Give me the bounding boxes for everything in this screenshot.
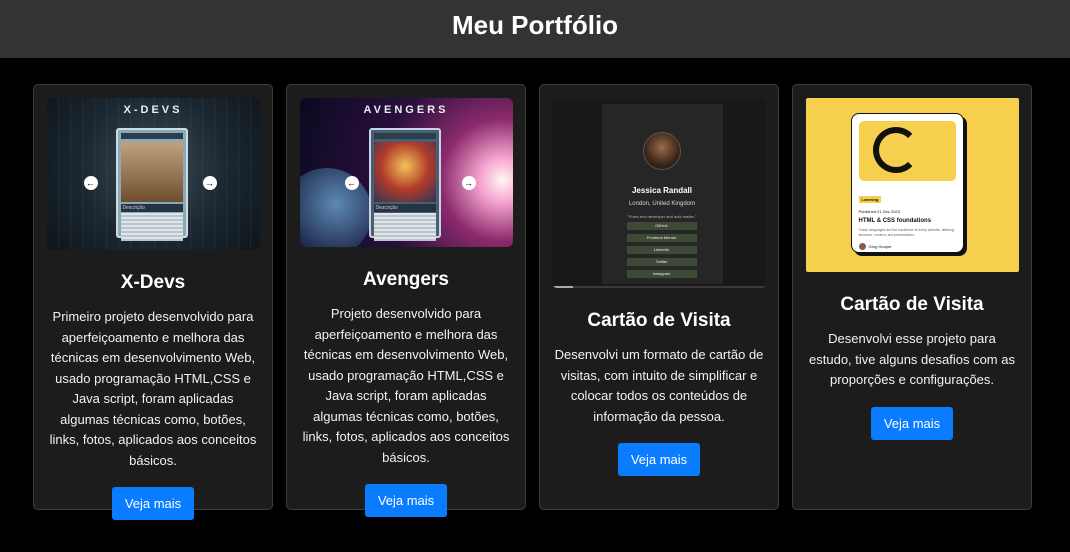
project-title: Cartão de Visita [840, 294, 984, 315]
character-card-label: Descrição [373, 204, 436, 212]
arrow-left-icon[interactable]: ← [83, 176, 98, 190]
see-more-button[interactable]: Veja mais [364, 484, 448, 517]
project-description: Projeto desenvolvido para aperfeiçoament… [302, 306, 510, 465]
video-progress-bar [552, 286, 766, 288]
profile-location: London, United Kingdom [628, 201, 696, 207]
illustration-graphic [858, 121, 956, 181]
character-card: Descrição [368, 128, 441, 241]
arrow-right-icon[interactable]: → [202, 176, 217, 190]
see-more-button[interactable]: Veja mais [870, 406, 954, 440]
blog-title: HTML & CSS foundations [858, 218, 932, 224]
thumbnail-title: AVENGERS [363, 104, 449, 116]
blog-preview-card: Learning Published 21 Dec 2023 HTML & CS… [850, 113, 964, 253]
page-header: Meu Portfólio [0, 0, 1070, 58]
publish-date: Published 21 Dec 2023 [858, 209, 900, 214]
character-card-label: Descrição [120, 204, 183, 212]
project-card-blog-preview: Learning Published 21 Dec 2023 HTML & CS… [792, 84, 1032, 510]
profile-quote: "Front-end developer and avid reader." [627, 214, 697, 219]
project-thumbnail-blog-preview[interactable]: Learning Published 21 Dec 2023 HTML & CS… [805, 98, 1019, 272]
project-description: Primeiro projeto desenvolvido para aperf… [49, 309, 257, 468]
project-description: Desenvolvi um formato de cartão de visit… [554, 347, 764, 424]
arrow-right-icon[interactable]: → [461, 176, 476, 190]
portfolio-grid: X-DEVS Descrição ← → X-Devs Primeiro pro… [0, 58, 1070, 552]
profile-panel: Jessica Randall London, United Kingdom "… [601, 104, 723, 284]
profile-link: Twitter [626, 258, 697, 266]
project-title: Avengers [363, 269, 449, 290]
page-title: Meu Portfólio [451, 9, 619, 40]
project-card-xdevs: X-DEVS Descrição ← → X-Devs Primeiro pro… [33, 84, 273, 520]
character-card: Descrição [115, 128, 188, 241]
project-description: Desenvolvi esse projeto para estudo, tiv… [809, 331, 1015, 387]
author-avatar [858, 243, 866, 250]
see-more-button[interactable]: Veja mais [111, 487, 195, 520]
project-title: X-Devs [120, 272, 186, 293]
thumbnail-title: X-DEVS [123, 104, 183, 116]
profile-links: GitHub Frontend Mentor LinkedIn Twitter … [626, 222, 697, 282]
profile-link: LinkedIn [626, 246, 697, 254]
project-card-avengers: AVENGERS Descrição ← → Avengers Projeto … [286, 84, 526, 517]
category-tag: Learning [858, 196, 882, 203]
profile-link: GitHub [626, 222, 697, 230]
arrow-left-icon[interactable]: ← [344, 176, 359, 190]
avatar [642, 132, 681, 170]
project-title: Cartão de Visita [587, 310, 731, 331]
profile-link: Frontend Mentor [626, 234, 697, 242]
profile-name: Jessica Randall [631, 186, 693, 195]
blog-text: These languages are the backbone of ever… [858, 228, 954, 237]
see-more-button[interactable]: Veja mais [617, 443, 701, 476]
project-thumbnail-avengers[interactable]: AVENGERS Descrição ← → [299, 98, 513, 247]
project-thumbnail-xdevs[interactable]: X-DEVS Descrição ← → [46, 98, 260, 250]
profile-link: Instagram [626, 270, 697, 278]
author-name: Greg Hooper [868, 244, 892, 249]
blog-author: Greg Hooper [858, 243, 956, 250]
planet-graphic [299, 168, 372, 247]
project-thumbnail-business-card[interactable]: Jessica Randall London, United Kingdom "… [552, 98, 766, 288]
project-card-business-card: Jessica Randall London, United Kingdom "… [539, 84, 779, 510]
